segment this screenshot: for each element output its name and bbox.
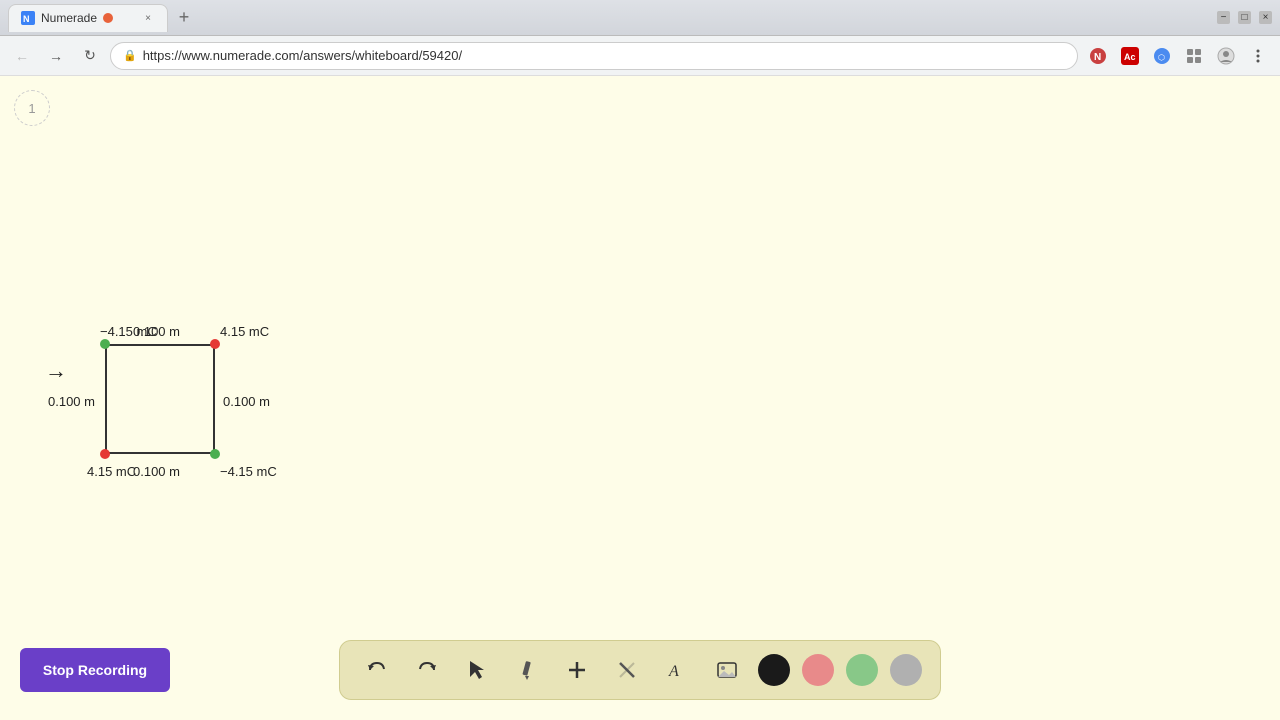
redo-button[interactable] — [408, 651, 446, 689]
browser-titlebar: N Numerade × + − □ × — [0, 0, 1280, 36]
browser-toolbar-icons: N Ac ⬡ — [1084, 42, 1272, 70]
lock-icon: 🔒 — [123, 49, 137, 62]
tab-close-button[interactable]: × — [141, 11, 155, 25]
extension-icon[interactable]: ⬡ — [1148, 42, 1176, 70]
close-button[interactable]: × — [1259, 11, 1272, 24]
color-gray[interactable] — [890, 654, 922, 686]
bottom-toolbar: A — [339, 640, 941, 700]
label-left-distance: 0.100 m — [48, 394, 95, 409]
forward-button[interactable]: → — [42, 42, 70, 70]
account-icon[interactable] — [1212, 42, 1240, 70]
label-top-right-charge: 4.15 mC — [220, 324, 269, 339]
tab-title: Numerade — [41, 11, 97, 25]
corner-dot-bottom-right — [210, 449, 220, 459]
page-number: 1 — [28, 101, 35, 116]
label-bottom-right-charge: −4.15 mC — [220, 464, 277, 479]
browser-tab[interactable]: N Numerade × — [8, 4, 168, 32]
profile-icon[interactable]: N — [1084, 42, 1112, 70]
corner-dot-top-left — [100, 339, 110, 349]
svg-text:N: N — [1094, 52, 1101, 63]
whiteboard-content: 1 → −4.15 mC 0.100 m 4.15 mC 0 — [0, 76, 1280, 720]
diagram-arrow: → — [45, 358, 67, 384]
image-tool-button[interactable] — [708, 651, 746, 689]
maximize-button[interactable]: □ — [1238, 11, 1251, 24]
text-tool-button[interactable]: A — [658, 651, 696, 689]
browser-toolbar: ← → ↻ 🔒 https://www.numerade.com/answers… — [0, 36, 1280, 76]
pencil-tool-button[interactable] — [508, 651, 546, 689]
stop-recording-button[interactable]: Stop Recording — [20, 648, 170, 692]
page-number-indicator: 1 — [14, 90, 50, 126]
back-button[interactable]: ← — [8, 42, 36, 70]
color-pink[interactable] — [802, 654, 834, 686]
acrobat-icon[interactable]: Ac — [1116, 42, 1144, 70]
window-controls: − □ × — [1217, 11, 1272, 24]
url-text: https://www.numerade.com/answers/whitebo… — [143, 48, 462, 63]
label-right-distance: 0.100 m — [223, 394, 270, 409]
svg-text:Ac: Ac — [1124, 52, 1136, 62]
corner-dot-top-right — [210, 339, 220, 349]
label-top-distance: 0.100 m — [133, 324, 180, 339]
grid-icon[interactable] — [1180, 42, 1208, 70]
eraser-tool-button[interactable] — [608, 651, 646, 689]
square-shape — [105, 344, 215, 454]
select-tool-button[interactable] — [458, 651, 496, 689]
svg-text:N: N — [23, 14, 30, 24]
address-bar[interactable]: 🔒 https://www.numerade.com/answers/white… — [110, 42, 1078, 70]
color-black[interactable] — [758, 654, 790, 686]
new-tab-button[interactable]: + — [170, 4, 198, 32]
menu-icon[interactable] — [1244, 42, 1272, 70]
svg-text:A: A — [668, 663, 679, 680]
undo-button[interactable] — [358, 651, 396, 689]
tab-bar: N Numerade × + — [8, 0, 1217, 35]
recording-indicator — [103, 13, 113, 23]
reload-button[interactable]: ↻ — [76, 42, 104, 70]
svg-text:⬡: ⬡ — [1158, 53, 1165, 62]
color-green[interactable] — [846, 654, 878, 686]
add-tool-button[interactable] — [558, 651, 596, 689]
label-bottom-left-charge: 4.15 mC — [87, 464, 136, 479]
browser-frame: N Numerade × + − □ × ← → ↻ 🔒 http — [0, 0, 1280, 720]
corner-dot-bottom-left — [100, 449, 110, 459]
tab-favicon: N — [21, 11, 35, 25]
minimize-button[interactable]: − — [1217, 11, 1230, 24]
label-bottom-distance: 0.100 m — [133, 464, 180, 479]
